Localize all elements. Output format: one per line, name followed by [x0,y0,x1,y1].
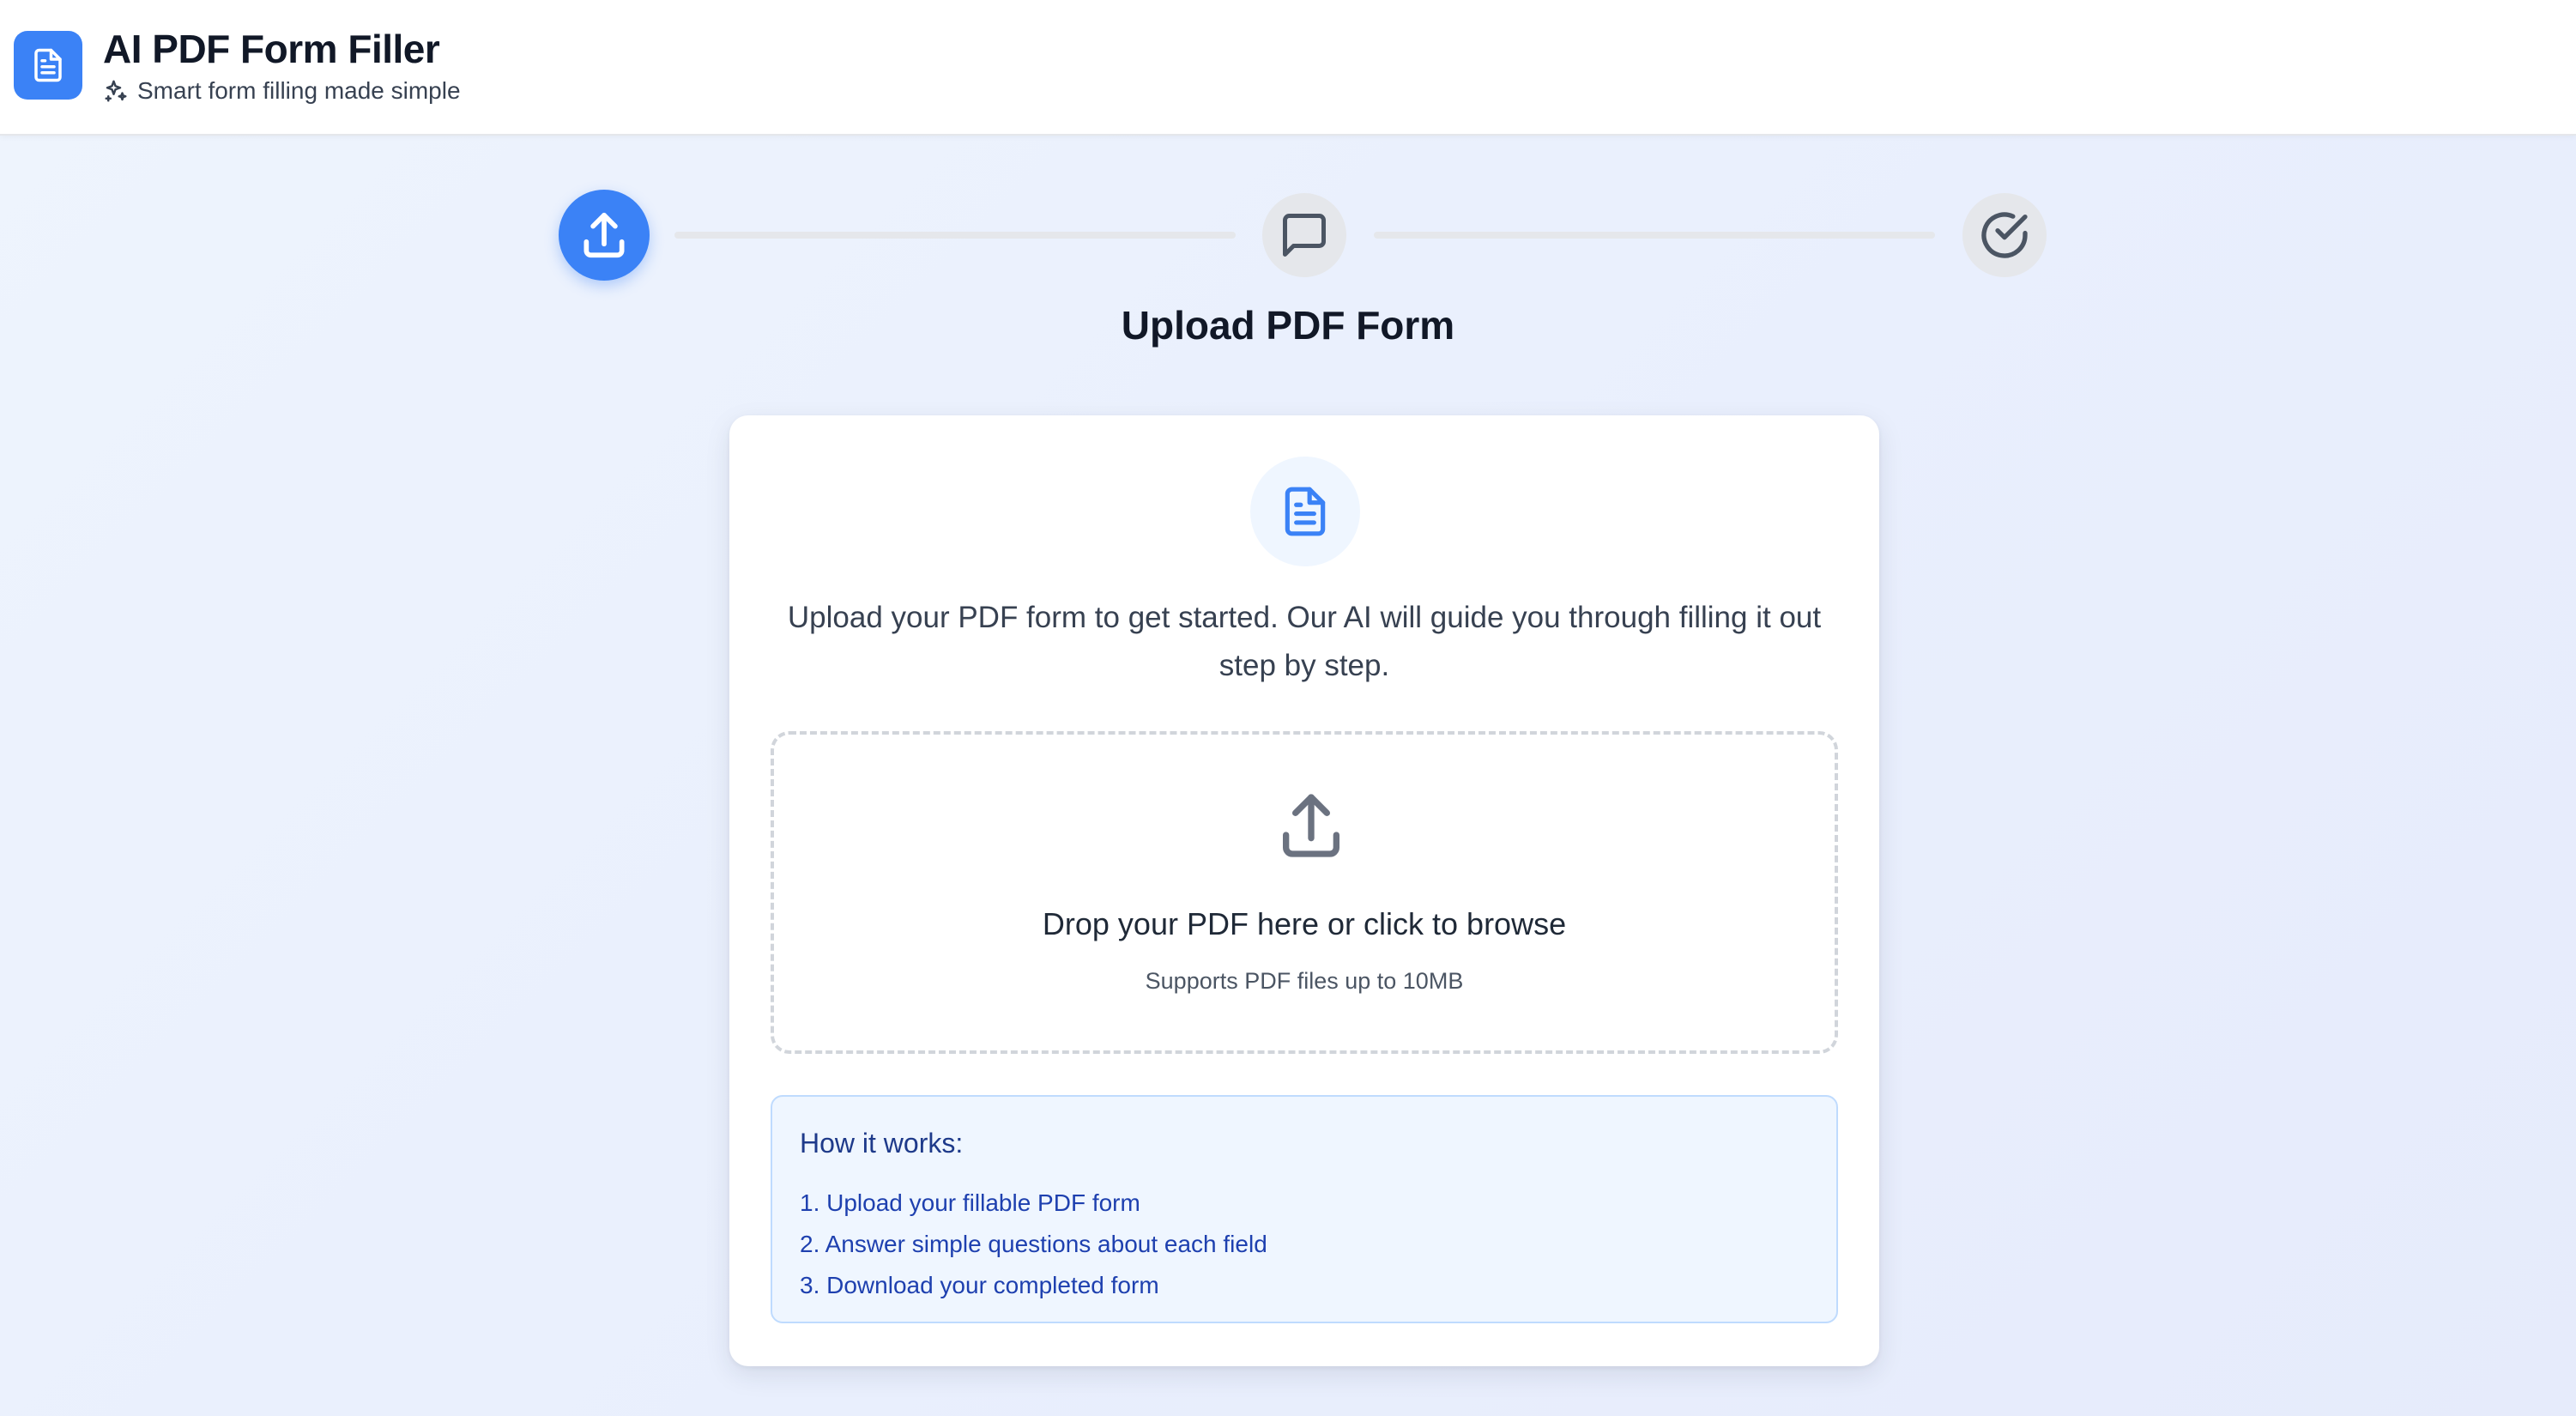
intro-text: Upload your PDF form to get started. Our… [787,601,1822,682]
step-answer-questions [1262,193,1346,277]
card-icon-badge [1250,457,1360,566]
document-icon [34,48,62,82]
how-it-works-title: How it works: [800,1128,964,1159]
app-subtitle-row: Smart form filling made simple [103,77,461,105]
upload-card: Upload your PDF form to get started. Our… [729,415,1879,1366]
step-upload [559,190,650,281]
upload-icon [584,212,625,258]
step-connector [1374,232,1935,239]
list-item: 2. Answer simple questions about each fi… [800,1231,1267,1257]
app-header: AI PDF Form Filler Smart form filling ma… [0,0,2576,136]
list-item: 1. Upload your fillable PDF form [800,1189,1140,1216]
list-item: 3. Download your completed form [800,1272,1159,1298]
document-icon [1285,487,1326,536]
dropzone-title: Drop your PDF here or click to browse [1042,906,1567,941]
how-it-works-list: 1. Upload your fillable PDF form 2. Answ… [800,1183,1267,1306]
upload-icon [1283,794,1339,857]
step-connector [674,232,1236,239]
app-title: AI PDF Form Filler [103,27,440,71]
step-complete [1962,193,2047,277]
pdf-dropzone[interactable]: Drop your PDF here or click to browse Su… [771,731,1838,1054]
how-it-works-panel: How it works: 1. Upload your fillable PD… [771,1095,1838,1323]
page-title: Upload PDF Form [1121,303,1455,348]
message-icon [1283,214,1326,257]
app-subtitle: Smart form filling made simple [137,77,461,104]
app-logo [14,31,82,100]
dropzone-hint: Supports PDF files up to 10MB [1145,968,1464,994]
check-circle-icon [1981,212,2028,258]
sparkles-icon [105,80,127,102]
